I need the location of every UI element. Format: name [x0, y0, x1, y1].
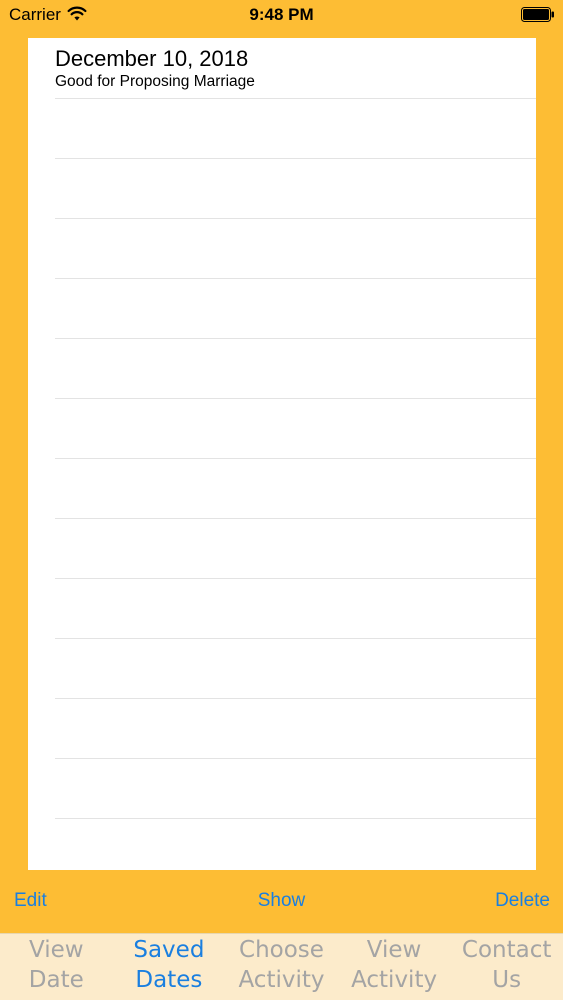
tab-label-line2: Us	[492, 967, 522, 993]
tab-contact-us[interactable]: Contact Us	[450, 934, 563, 1000]
empty-row	[55, 218, 536, 279]
tab-label-line1: Choose	[239, 937, 324, 963]
empty-row	[55, 398, 536, 459]
tab-label-line1: View	[366, 937, 422, 963]
status-bar: Carrier 9:48 PM	[0, 0, 563, 30]
saved-date-title: December 10, 2018	[55, 46, 249, 71]
empty-row	[55, 98, 536, 159]
tab-label-line2: Date	[28, 967, 84, 993]
tab-label-line1: Contact	[461, 937, 552, 963]
saved-dates-list[interactable]: December 10, 2018 Good for Proposing Mar…	[28, 38, 536, 870]
empty-row	[55, 578, 536, 639]
delete-button[interactable]: Delete	[495, 890, 550, 912]
saved-date-activity: Good for Proposing Marriage	[55, 73, 255, 90]
tab-view-date[interactable]: View Date	[0, 934, 113, 1000]
tab-saved-dates[interactable]: Saved Dates	[113, 934, 226, 1000]
tab-label-line2: Dates	[135, 967, 203, 993]
empty-row	[55, 758, 536, 819]
empty-row	[55, 338, 536, 399]
empty-row	[55, 278, 536, 339]
empty-row	[55, 518, 536, 579]
empty-row	[55, 458, 536, 519]
saved-date-row[interactable]: December 10, 2018 Good for Proposing Mar…	[55, 38, 536, 99]
tab-view-activity[interactable]: View Activity	[338, 934, 451, 1000]
show-button[interactable]: Show	[0, 890, 563, 912]
tab-label-line2: Activity	[351, 967, 438, 993]
tab-bar: View Date Saved Dates Choose Activity Vi…	[0, 933, 563, 1000]
empty-row	[55, 638, 536, 699]
tab-label-line2: Activity	[238, 967, 325, 993]
empty-row	[55, 158, 536, 219]
empty-row	[55, 698, 536, 759]
clock: 9:48 PM	[249, 5, 314, 24]
tab-label-line1: View	[29, 937, 84, 963]
tab-label-line1: Saved	[133, 937, 205, 963]
tab-choose-activity[interactable]: Choose Activity	[225, 934, 338, 1000]
battery-icon	[521, 7, 554, 22]
